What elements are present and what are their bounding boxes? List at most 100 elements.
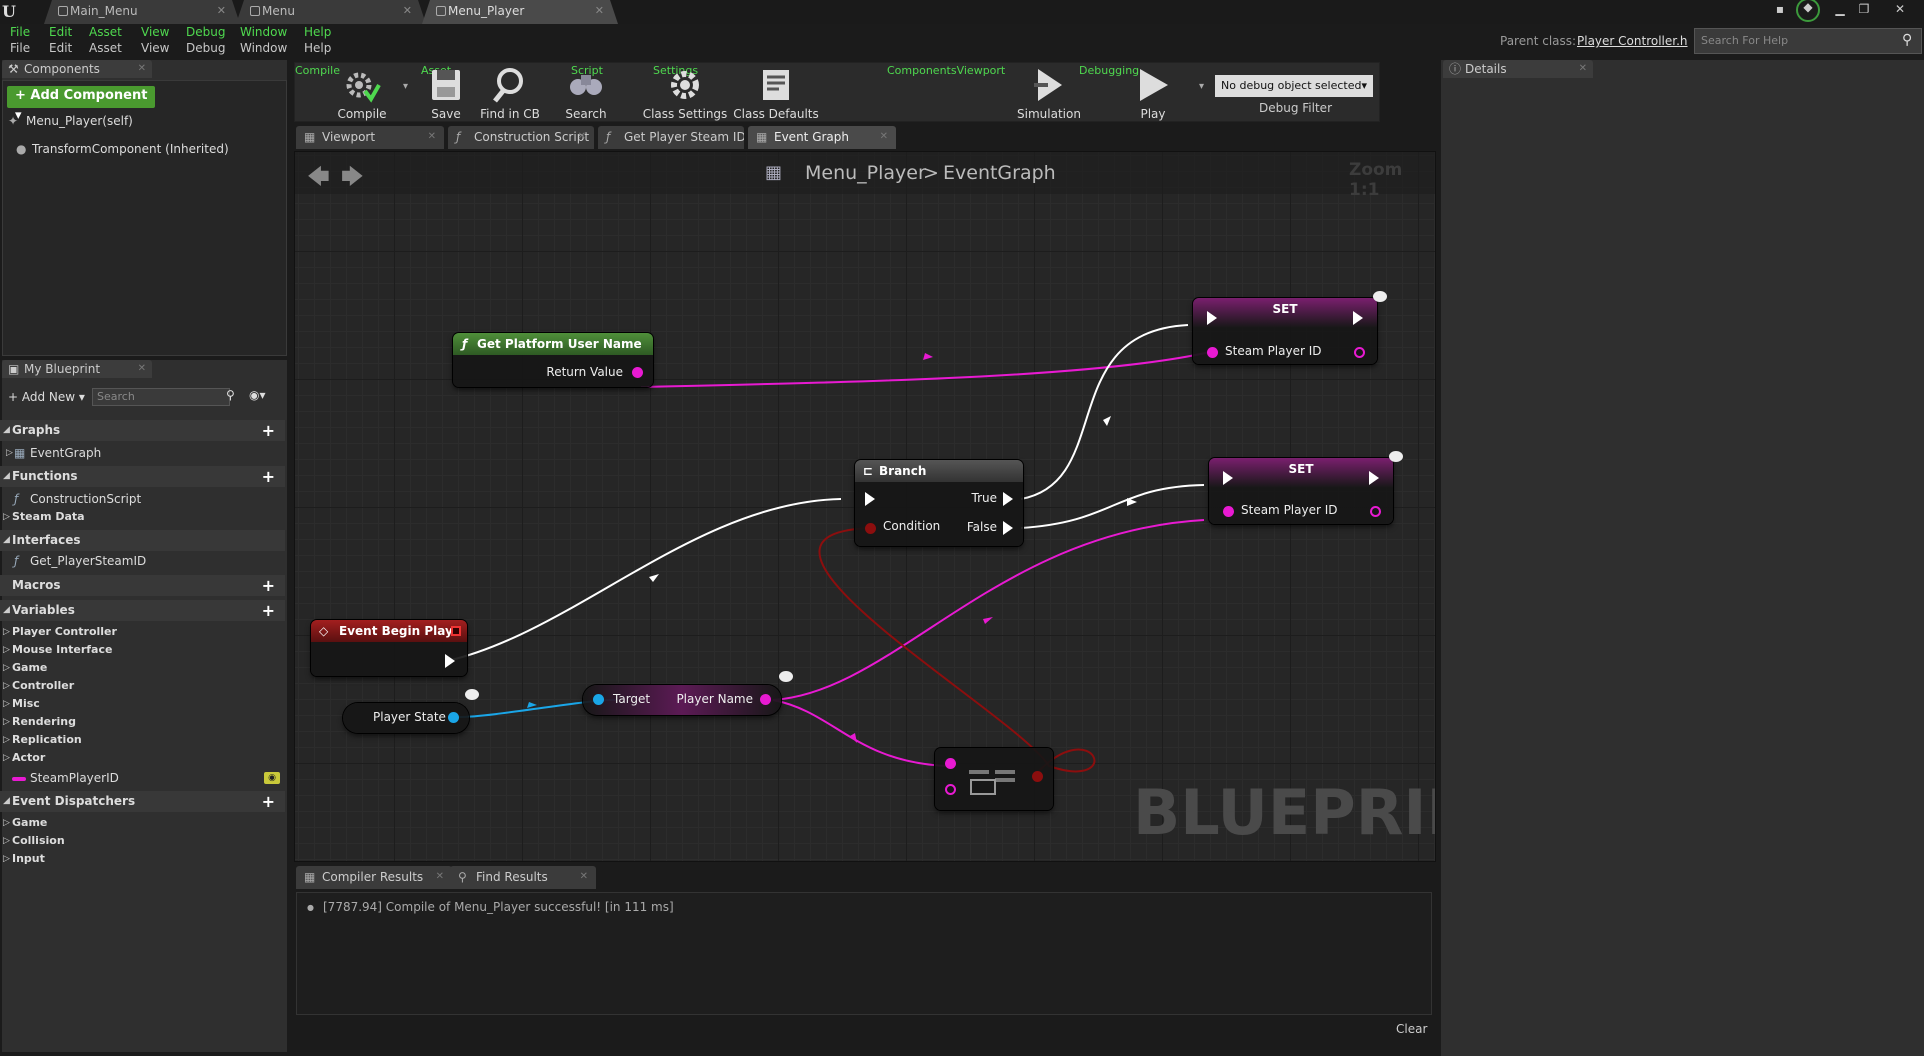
menu-help[interactable]: Help xyxy=(304,41,331,55)
add-dispatcher-icon[interactable]: + xyxy=(262,791,275,812)
add-variable-icon[interactable]: + xyxy=(262,600,275,621)
search-button[interactable]: Search xyxy=(551,67,621,123)
close-icon[interactable]: ✕ xyxy=(436,866,444,888)
var-category[interactable]: ▷ Player Controller xyxy=(0,623,285,641)
pin-steam-player-id-out[interactable] xyxy=(1370,506,1381,517)
menu-edit[interactable]: Edit xyxy=(49,25,72,39)
parent-class-link[interactable]: Player Controller.h xyxy=(1577,34,1688,48)
clear-button[interactable]: Clear xyxy=(1396,1022,1427,1036)
comment-bubble-icon[interactable] xyxy=(465,689,479,700)
pin-player-state-out[interactable] xyxy=(448,712,459,723)
components-tab[interactable]: ⚒ Components ✕ xyxy=(2,60,152,78)
menu-window[interactable]: Window xyxy=(240,41,287,55)
close-icon[interactable]: ✕ xyxy=(580,866,588,888)
comment-bubble-icon[interactable] xyxy=(1373,291,1387,302)
tab-event-graph[interactable]: ▦ Event Graph ✕ xyxy=(748,126,896,149)
variable-steam-player-id[interactable]: SteamPlayerID ◉ xyxy=(0,769,285,787)
pin-false[interactable] xyxy=(1003,521,1013,535)
menu-asset[interactable]: Asset xyxy=(89,41,122,55)
component-self[interactable]: ✦ Menu_Player(self) xyxy=(2,112,287,130)
var-category[interactable]: ▷ Controller xyxy=(0,677,285,695)
doc-tab-menu[interactable]: Menu ✕ xyxy=(236,0,426,24)
pin-steam-player-id-out[interactable] xyxy=(1354,347,1365,358)
menu-window[interactable]: Window xyxy=(240,25,287,39)
maximize-icon[interactable]: ❐ xyxy=(1854,2,1874,18)
compile-button[interactable]: Compile xyxy=(327,67,397,123)
add-function-icon[interactable]: + xyxy=(262,466,275,487)
blueprint-search-input[interactable]: Search xyxy=(92,388,230,406)
node-event-begin-play[interactable]: ◇ Event Begin Play xyxy=(311,620,467,676)
pin-steam-player-id-in[interactable] xyxy=(1223,506,1234,517)
view-options-icon[interactable]: ◉▾ xyxy=(249,388,266,402)
menu-debug[interactable]: Debug xyxy=(186,25,225,39)
simulation-button[interactable]: Simulation xyxy=(1007,67,1091,123)
node-set-steam-player-id-2[interactable]: SET Steam Player ID xyxy=(1209,458,1393,524)
pin-string-b[interactable] xyxy=(945,784,956,795)
dispatcher-category[interactable]: ▷ Game xyxy=(0,814,285,832)
section-graphs[interactable]: ◢ Graphs + xyxy=(0,420,285,441)
menu-asset[interactable]: Asset xyxy=(89,25,122,39)
delegate-pin-icon[interactable] xyxy=(451,626,461,636)
doc-tab-main-menu[interactable]: Main_Menu ✕ xyxy=(44,0,240,24)
var-category[interactable]: ▷ Actor xyxy=(0,749,285,767)
function-item-construction[interactable]: ƒ ConstructionScript xyxy=(0,490,285,508)
minimize-icon[interactable]: ▁ xyxy=(1830,2,1850,18)
pin-exec-out[interactable] xyxy=(1369,471,1379,485)
pin-exec-out[interactable] xyxy=(1353,311,1363,325)
var-category[interactable]: ▷ Misc xyxy=(0,695,285,713)
section-interfaces[interactable]: ◢ Interfaces xyxy=(0,530,285,551)
section-functions[interactable]: ◢ Functions + xyxy=(0,466,285,487)
menu-file[interactable]: File xyxy=(10,25,30,39)
add-component-button[interactable]: + Add Component ▾ xyxy=(7,86,155,123)
interface-item[interactable]: ƒ Get_PlayerSteamID xyxy=(0,552,285,570)
tab-viewport[interactable]: ▦ Viewport ✕ xyxy=(296,126,444,149)
section-event-dispatchers[interactable]: ◢ Event Dispatchers + xyxy=(0,791,285,812)
close-icon[interactable]: ✕ xyxy=(578,126,586,148)
play-options-arrow-icon[interactable]: ▾ xyxy=(1199,81,1204,92)
pin-steam-player-id-in[interactable] xyxy=(1207,347,1218,358)
add-graph-icon[interactable]: + xyxy=(262,420,275,441)
pin-true[interactable] xyxy=(1003,492,1013,506)
component-transform[interactable]: ● TransformComponent (Inherited) xyxy=(2,140,287,158)
debug-object-select[interactable]: No debug object selected▾ xyxy=(1215,75,1373,97)
var-category[interactable]: ▷ Replication xyxy=(0,731,285,749)
close-icon[interactable]: ✕ xyxy=(428,126,436,148)
var-category[interactable]: ▷ Game xyxy=(0,659,285,677)
pin-return-value[interactable] xyxy=(632,367,643,378)
pin-string-a[interactable] xyxy=(945,758,956,769)
category-steam-data[interactable]: ▷ Steam Data xyxy=(0,508,285,526)
node-string-compare[interactable] xyxy=(935,748,1053,810)
menu-help[interactable]: Help xyxy=(304,25,331,39)
doc-tab-menu-player[interactable]: Menu_Player ✕ xyxy=(422,0,618,24)
close-icon[interactable]: ✕ xyxy=(1579,60,1587,78)
eye-icon[interactable]: ◉ xyxy=(264,772,280,784)
dispatcher-category[interactable]: ▷ Input xyxy=(0,850,285,868)
class-defaults-button[interactable]: Class Defaults xyxy=(729,67,823,123)
pin-condition[interactable] xyxy=(865,523,876,534)
pin-player-name-out[interactable] xyxy=(760,694,771,705)
section-variables[interactable]: ◢ Variables + xyxy=(0,600,285,621)
menu-view[interactable]: View xyxy=(141,25,169,39)
close-icon[interactable]: ✕ xyxy=(138,60,146,78)
var-category[interactable]: ▷ Rendering xyxy=(0,713,285,731)
close-icon[interactable]: ✕ xyxy=(138,360,146,378)
tutorial-icon[interactable]: ◆ xyxy=(1796,0,1820,22)
pin-exec-in[interactable] xyxy=(1223,471,1233,485)
close-icon[interactable]: ✕ xyxy=(880,126,888,148)
event-graph-canvas[interactable]: 🡄 🡆 ▦ Menu_Player > EventGraph Zoom 1:1 … xyxy=(294,151,1436,862)
details-tab[interactable]: ⓘ Details ✕ xyxy=(1443,60,1593,78)
comment-bubble-icon[interactable] xyxy=(779,671,793,682)
close-icon[interactable]: ✕ xyxy=(217,0,226,22)
section-macros[interactable]: Macros + xyxy=(0,575,285,596)
help-search-input[interactable]: Search For Help xyxy=(1694,28,1922,54)
menu-edit[interactable]: Edit xyxy=(49,41,72,55)
find-in-cb-button[interactable]: Find in CB xyxy=(475,67,545,123)
comment-bubble-icon[interactable] xyxy=(1389,451,1403,462)
play-button[interactable]: Play xyxy=(1115,67,1191,123)
pin-exec-in[interactable] xyxy=(865,492,875,506)
menu-debug[interactable]: Debug xyxy=(186,41,225,55)
tab-construction-script[interactable]: ƒ Construction Script ✕ xyxy=(448,126,594,149)
node-player-state[interactable]: Player State xyxy=(343,703,469,733)
feedback-icon[interactable]: ▪ xyxy=(1770,2,1790,18)
node-get-platform-user-name[interactable]: ƒ Get Platform User Name Return Value xyxy=(453,333,653,387)
